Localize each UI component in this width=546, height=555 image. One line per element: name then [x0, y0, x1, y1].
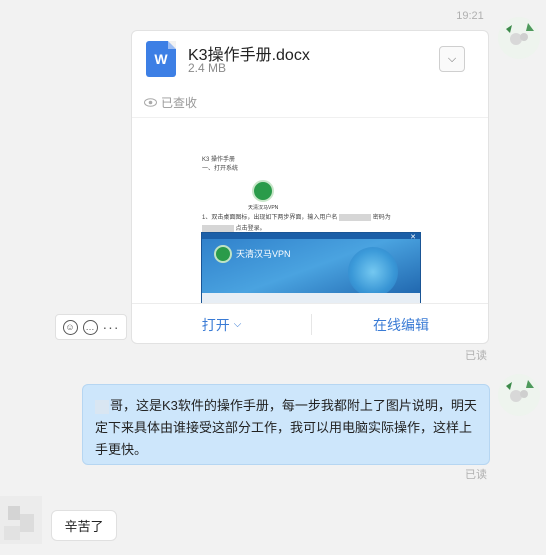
- chevron-down-icon: ⌵: [233, 319, 242, 330]
- preview-vpn-screenshot: ✕ 天清汉马VPN: [201, 232, 421, 303]
- file-size: 2.4 MB: [188, 61, 227, 75]
- vpn-logo-icon: [252, 180, 274, 202]
- sender-avatar[interactable]: [498, 17, 540, 59]
- close-icon: ✕: [410, 234, 416, 241]
- preview-line-1: 1、双击桌面图标，出现如下两步界面，输入用户名 密码为: [202, 213, 391, 221]
- read-receipt: 已读: [465, 350, 487, 362]
- redacted-text: [95, 399, 109, 414]
- preview-subtitle: 一、打开系统: [202, 166, 239, 172]
- read-status: 已查收: [144, 94, 197, 111]
- online-edit-button[interactable]: 在线编辑: [312, 304, 488, 343]
- vpn-window-footer: [202, 293, 420, 303]
- preview-line-2: 点击登录。: [202, 223, 266, 232]
- document-preview[interactable]: K3 操作手册 一、打开系统 天清汉马VPN 1、双击桌面图标，出现如下两步界面…: [132, 117, 488, 303]
- comment-icon[interactable]: …: [82, 319, 98, 335]
- vpn-window-title: 天清汉马VPN: [236, 249, 291, 259]
- word-document-icon: W: [146, 41, 176, 77]
- contact-avatar[interactable]: [0, 496, 42, 544]
- more-options-icon[interactable]: ···: [103, 320, 120, 334]
- file-more-button[interactable]: ⌵: [439, 46, 465, 72]
- preview-title: K3 操作手册: [202, 157, 236, 163]
- chevron-down-icon: ⌵: [447, 52, 457, 65]
- read-status-label: 已查收: [161, 96, 198, 110]
- read-receipt: 已读: [465, 469, 487, 481]
- outgoing-message-bubble[interactable]: 哥，这是K3软件的操作手册，每一步我都附上了图片说明，明天定下来具体由谁接受这部…: [82, 384, 490, 465]
- file-card-actions: 打开 ⌵ 在线编辑: [132, 303, 488, 343]
- avatar-image: [0, 496, 42, 544]
- vpn-window-titlebar: [202, 233, 420, 239]
- message-reaction-bar: ☺ … ···: [55, 314, 127, 340]
- avatar-image: [498, 17, 540, 59]
- blurred-text: [202, 224, 234, 232]
- message-timestamp: 19:21: [456, 10, 484, 22]
- avatar-image: [498, 374, 540, 416]
- vpn-logo-icon: [214, 245, 232, 263]
- open-file-button[interactable]: 打开 ⌵: [132, 304, 311, 343]
- eye-icon: [144, 98, 157, 107]
- emoji-icon[interactable]: ☺: [62, 319, 78, 335]
- blurred-text: [339, 213, 372, 221]
- sender-avatar[interactable]: [498, 374, 540, 416]
- globe-icon: [348, 247, 398, 297]
- preview-logo-caption: 天清汉马VPN: [248, 205, 279, 211]
- outgoing-message-text: 哥，这是K3软件的操作手册，每一步我都附上了图片说明，明天定下来具体由谁接受这部…: [95, 398, 477, 457]
- file-message-card[interactable]: W K3操作手册.docx 2.4 MB ⌵ 已查收 K3 操作手册 一、打开系…: [131, 30, 489, 344]
- incoming-message-bubble[interactable]: 辛苦了: [51, 510, 117, 541]
